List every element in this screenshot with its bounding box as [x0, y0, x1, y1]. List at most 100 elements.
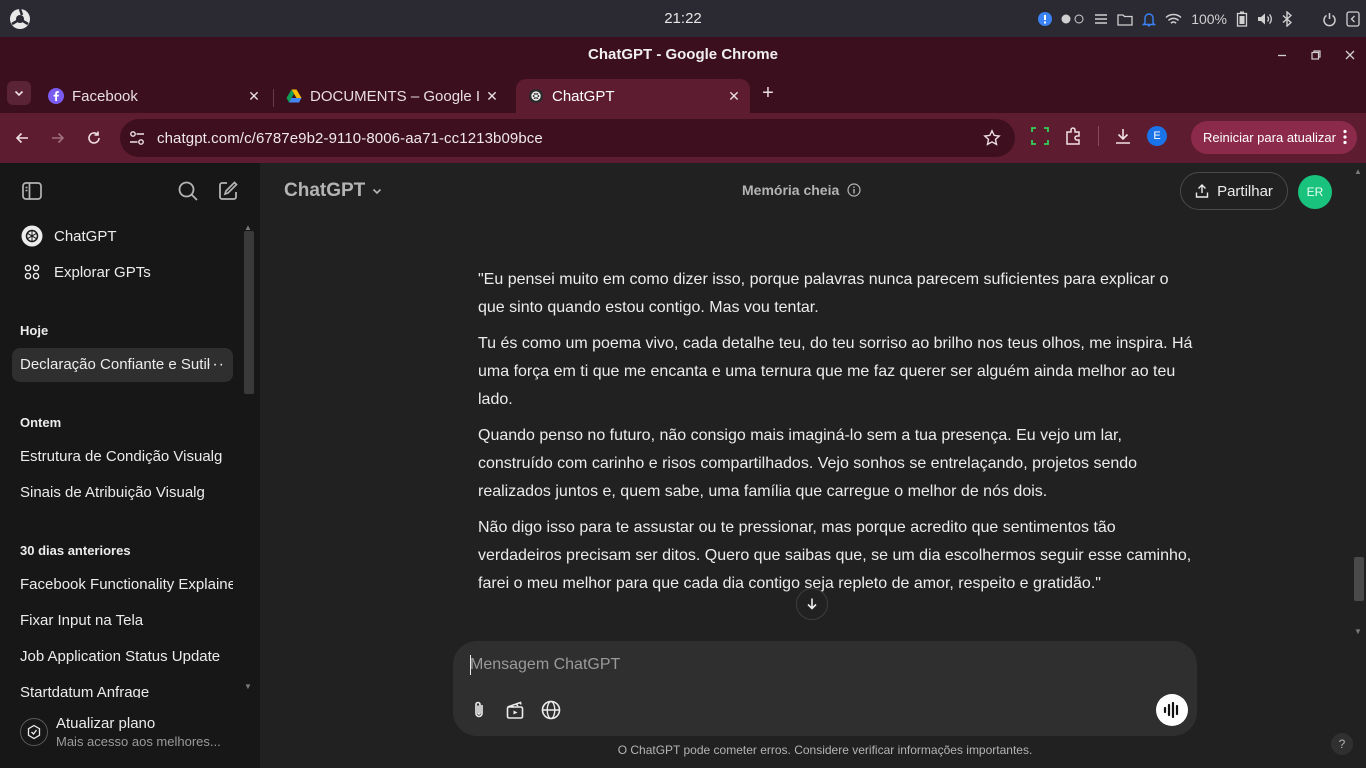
- scroll-to-bottom-button[interactable]: [796, 588, 828, 620]
- model-name: ChatGPT: [284, 180, 366, 201]
- restore-icon[interactable]: [1310, 49, 1322, 61]
- restart-to-update-button[interactable]: Reiniciar para atualizar: [1191, 121, 1357, 154]
- sidebar-item-explore-gpts[interactable]: Explorar GPTs: [12, 255, 232, 289]
- url-text: chatgpt.com/c/6787e9b2-9110-8006-aa71-cc…: [157, 129, 543, 147]
- sidebar: ChatGPT Explorar GPTs Hoje Declaração Co…: [0, 163, 260, 768]
- chat-history-item[interactable]: Sinais de Atribuição Visualg: [12, 476, 233, 510]
- chat-history-item[interactable]: Facebook Functionality Explained: [12, 568, 233, 602]
- alert-icon[interactable]: [1038, 12, 1053, 26]
- scroll-down-arrow[interactable]: ▼: [244, 682, 252, 691]
- minimize-icon[interactable]: [1276, 49, 1288, 61]
- sidebar-item-label: Explorar GPTs: [54, 263, 151, 281]
- forward-button[interactable]: [46, 126, 70, 150]
- chat-history-item[interactable]: Startdatum Anfrage: [12, 676, 233, 698]
- memory-label: Memória cheia: [742, 182, 840, 198]
- power-icon[interactable]: [1322, 12, 1337, 27]
- voice-waveform-icon: [1163, 702, 1179, 718]
- more-vert-icon[interactable]: [1342, 129, 1348, 145]
- bluetooth-icon[interactable]: [1282, 11, 1292, 27]
- download-icon[interactable]: [1113, 126, 1133, 146]
- reload-icon: [88, 131, 100, 144]
- group-heading-yesterday: Ontem: [20, 415, 62, 430]
- user-avatar[interactable]: ER: [1298, 175, 1332, 209]
- new-chat-icon[interactable]: [217, 180, 239, 202]
- share-icon: [1195, 184, 1209, 198]
- volume-icon[interactable]: [1257, 12, 1273, 26]
- share-label: Partilhar: [1217, 182, 1273, 200]
- bookmark-star-icon[interactable]: [983, 129, 1001, 147]
- folder-icon[interactable]: [1117, 12, 1133, 26]
- assistant-message: "Eu pensei muito em como dizer isso, por…: [478, 266, 1198, 606]
- chat-title: Declaração Confiante e Sutil: [20, 356, 211, 373]
- arrow-left-icon: [15, 132, 28, 144]
- battery-icon[interactable]: [1236, 11, 1248, 27]
- sidebar-item-chatgpt[interactable]: ChatGPT: [12, 219, 232, 253]
- screenshot-extension-icon[interactable]: [1030, 126, 1050, 146]
- close-window-icon[interactable]: [1344, 49, 1356, 61]
- tab-title: ChatGPT: [552, 87, 615, 105]
- panel-collapse-icon[interactable]: [1346, 11, 1360, 27]
- web-search-button[interactable]: [539, 698, 563, 722]
- chat-history-item[interactable]: Declaração Confiante e Sutil ···: [12, 348, 233, 382]
- upgrade-icon: [20, 718, 48, 746]
- address-bar[interactable]: chatgpt.com/c/6787e9b2-9110-8006-aa71-cc…: [120, 119, 1015, 157]
- new-tab-button[interactable]: +: [758, 83, 778, 103]
- group-heading-30-days: 30 dias anteriores: [20, 543, 131, 558]
- group-heading-today: Hoje: [20, 323, 49, 338]
- attach-button[interactable]: [467, 698, 491, 722]
- sidebar-scrollbar[interactable]: [244, 231, 254, 394]
- window-title: ChatGPT - Google Chrome: [587, 46, 778, 63]
- battery-percent: 100%: [1191, 11, 1227, 27]
- tab-chatgpt[interactable]: ChatGPT ✕: [516, 79, 750, 113]
- tab-search-button[interactable]: [7, 81, 31, 105]
- sidebar-toggle-icon[interactable]: [21, 180, 43, 202]
- more-options-icon[interactable]: ···: [206, 348, 225, 382]
- reload-button[interactable]: [82, 126, 106, 150]
- message-paragraph: Não digo isso para te assustar ou te pre…: [478, 519, 1192, 592]
- tab-close-icon[interactable]: ✕: [482, 88, 502, 105]
- memory-status[interactable]: Memória cheia: [742, 182, 861, 198]
- browser-toolbar: chatgpt.com/c/6787e9b2-9110-8006-aa71-cc…: [0, 113, 1366, 163]
- tab-strip: Facebook ✕ DOCUMENTS – Google I ✕ ChatGP…: [0, 73, 1366, 113]
- menu-icon[interactable]: [1094, 12, 1108, 26]
- wifi-icon[interactable]: [1165, 13, 1182, 26]
- notification-bell-icon[interactable]: [1142, 12, 1157, 27]
- tab-title: Facebook: [72, 87, 138, 105]
- chevron-down-icon: [373, 188, 382, 195]
- upgrade-title: Atualizar plano: [56, 715, 156, 732]
- tab-close-icon[interactable]: ✕: [244, 88, 264, 105]
- clapperboard-icon: [506, 701, 524, 719]
- tab-facebook[interactable]: Facebook ✕: [36, 79, 270, 113]
- model-selector[interactable]: ChatGPT: [284, 180, 383, 202]
- workspace-indicator-icon[interactable]: [1061, 14, 1085, 24]
- help-button[interactable]: ?: [1331, 733, 1353, 755]
- arrow-down-icon: [807, 598, 817, 610]
- tab-documents[interactable]: DOCUMENTS – Google I ✕: [274, 79, 508, 113]
- info-icon[interactable]: [847, 183, 861, 197]
- extensions-puzzle-icon[interactable]: [1064, 126, 1084, 146]
- scroll-down-arrow[interactable]: ▼: [1354, 627, 1362, 636]
- scroll-up-arrow[interactable]: ▲: [1354, 167, 1362, 176]
- chat-history-item[interactable]: Fixar Input na Tela: [12, 604, 233, 638]
- tab-close-icon[interactable]: ✕: [724, 88, 744, 105]
- globe-icon: [541, 700, 561, 720]
- message-input[interactable]: [470, 653, 1130, 677]
- upgrade-plan-button[interactable]: Atualizar plano Mais acesso aos melhores…: [12, 706, 248, 758]
- site-settings-icon[interactable]: [128, 129, 146, 147]
- chat-history-item[interactable]: Job Application Status Update: [12, 640, 233, 674]
- main-scrollbar[interactable]: [1354, 557, 1364, 601]
- voice-mode-button[interactable]: [1156, 694, 1188, 726]
- window-title-bar: ChatGPT - Google Chrome: [0, 37, 1366, 73]
- tools-button[interactable]: [503, 698, 527, 722]
- sidebar-item-label: ChatGPT: [54, 227, 117, 245]
- chat-history-item[interactable]: Estrutura de Condição Visualg: [12, 440, 233, 474]
- back-button[interactable]: [10, 126, 34, 150]
- toolbar-separator: [1098, 126, 1099, 146]
- search-icon[interactable]: [177, 180, 199, 202]
- share-button[interactable]: Partilhar: [1180, 172, 1288, 210]
- main-chat-area: ChatGPT Memória cheia Partilhar ER "Eu p…: [260, 163, 1366, 768]
- paperclip-icon: [475, 701, 483, 718]
- message-paragraph: "Eu pensei muito em como dizer isso, por…: [478, 271, 1169, 316]
- profile-avatar[interactable]: E: [1147, 126, 1167, 146]
- facebook-icon: [48, 88, 64, 104]
